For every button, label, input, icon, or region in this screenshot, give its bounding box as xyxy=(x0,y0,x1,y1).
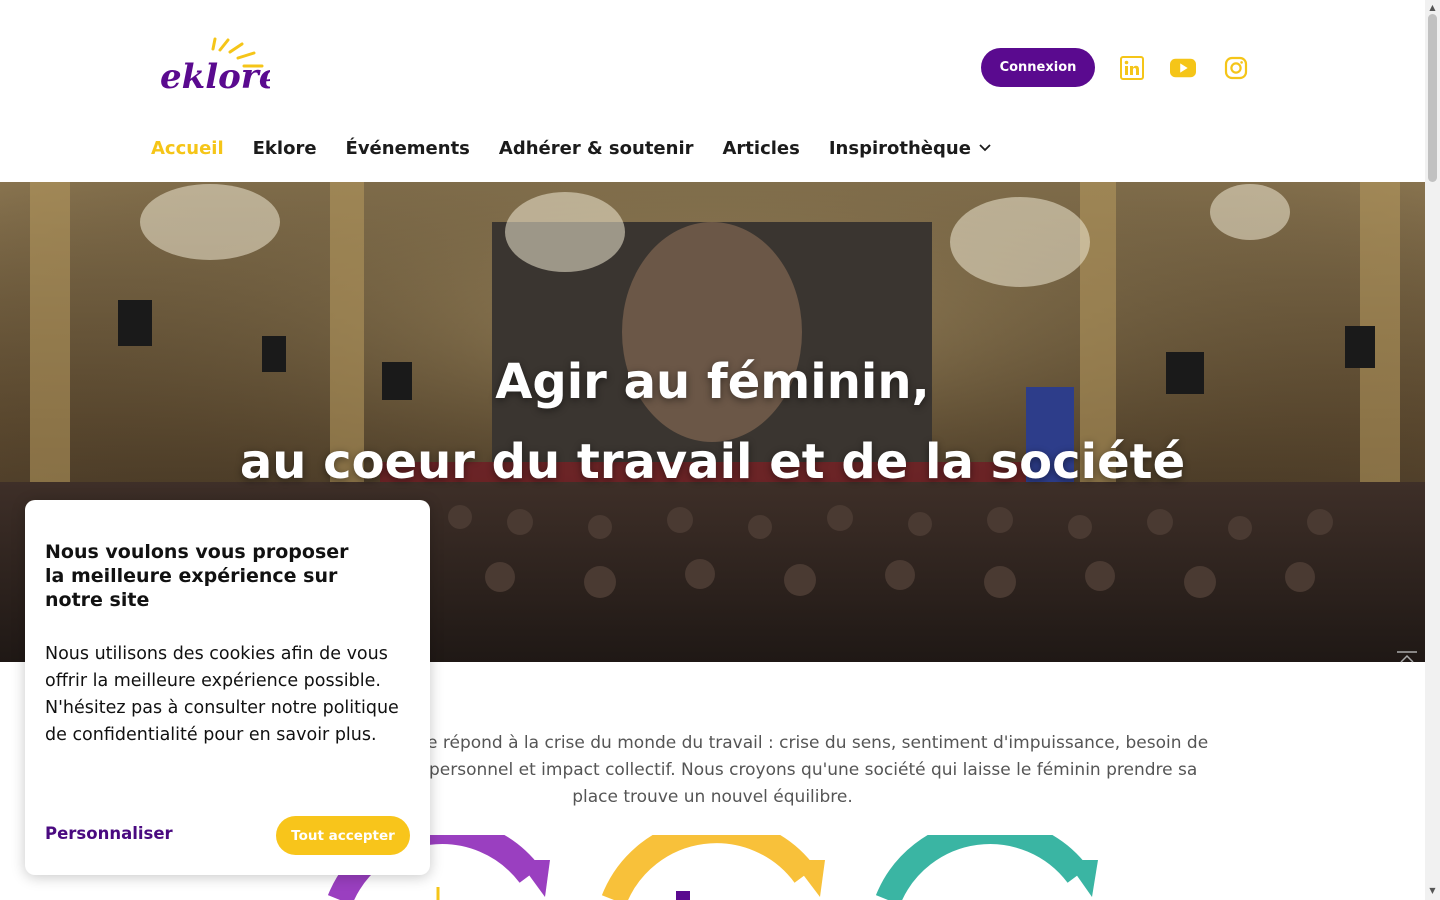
scroll-down-arrow-icon[interactable]: ▼ xyxy=(1428,886,1437,895)
cookie-accept-button[interactable]: Tout accepter xyxy=(276,816,410,855)
page-scrollbar[interactable]: ▲ ▼ xyxy=(1425,0,1440,900)
nav-item-eklore[interactable]: Eklore xyxy=(253,138,317,159)
eklore-logo[interactable]: eklore xyxy=(158,36,270,94)
linkedin-icon[interactable] xyxy=(1119,55,1145,81)
teal-cycle-icon xyxy=(875,835,1098,900)
nav-item-adherer[interactable]: Adhérer & soutenir xyxy=(499,138,694,159)
nav-item-inspirotheque[interactable]: Inspirothèque xyxy=(829,138,991,159)
nav-item-articles[interactable]: Articles xyxy=(723,138,800,159)
instagram-icon[interactable] xyxy=(1223,55,1249,81)
nav-item-accueil[interactable]: Accueil xyxy=(151,138,224,159)
scroll-top-icon[interactable] xyxy=(1395,650,1419,664)
youtube-icon[interactable] xyxy=(1170,55,1196,81)
cookie-customize-link[interactable]: Personnaliser xyxy=(45,824,173,843)
hero-title-line1: Agir au féminin, xyxy=(495,354,930,410)
hero-title-line2: au coeur du travail et de la société xyxy=(239,434,1186,490)
scroll-up-arrow-icon[interactable]: ▲ xyxy=(1428,3,1437,12)
chevron-down-icon xyxy=(979,144,991,152)
nav-item-evenements[interactable]: Événements xyxy=(346,138,470,159)
scrollbar-thumb[interactable] xyxy=(1428,14,1437,182)
site-header: eklore Connexion Accueil Eklore Événemen… xyxy=(0,0,1425,182)
cookie-body: Nous utilisons des cookies afin de vous … xyxy=(45,644,399,745)
main-nav: Accueil Eklore Événements Adhérer & sout… xyxy=(151,134,1020,162)
nav-item-inspirotheque-label: Inspirothèque xyxy=(828,137,971,159)
cookie-consent-dialog: Nous voulons vous proposer la meilleure … xyxy=(25,500,430,875)
yellow-cycle-icon xyxy=(601,835,825,900)
connexion-button[interactable]: Connexion xyxy=(981,48,1095,87)
cookie-title: Nous voulons vous proposer la meilleure … xyxy=(45,541,349,611)
svg-text:eklore: eklore xyxy=(160,57,270,94)
